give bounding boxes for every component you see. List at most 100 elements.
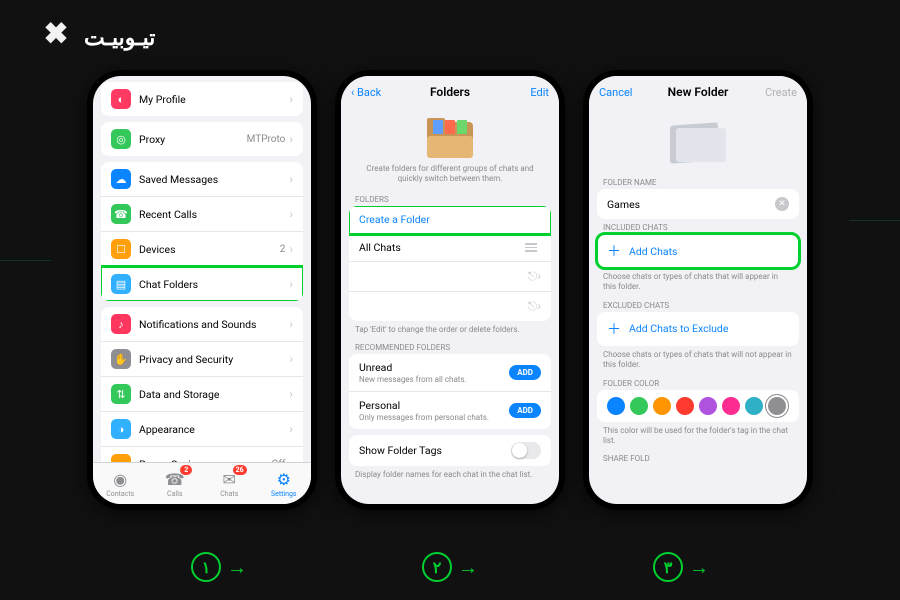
arrow-icon: → xyxy=(458,555,478,580)
settings-row-saved-messages[interactable]: ☁ Saved Messages › xyxy=(101,162,303,197)
phone-3: Cancel New Folder Create FOLDER NAME ✕ I… xyxy=(583,70,813,510)
section-folder-name: FOLDER NAME xyxy=(589,174,807,189)
color-option[interactable] xyxy=(699,397,717,415)
settings-row-proxy[interactable]: ◎ Proxy MTProto › xyxy=(101,122,303,156)
chevron-right-icon: › xyxy=(289,387,293,401)
nav-bar: Cancel New Folder Create xyxy=(589,76,807,108)
tab-chats[interactable]: 26 ✉ Chats xyxy=(202,463,257,504)
step-2: ۲→ xyxy=(422,552,478,582)
section-share: SHARE FOLD xyxy=(589,450,807,465)
color-option[interactable] xyxy=(607,397,625,415)
show-folder-tags-row[interactable]: Show Folder Tags xyxy=(349,435,551,466)
link-icon: ⎋ xyxy=(528,299,538,314)
folders-desc: Create folders for different groups of c… xyxy=(361,164,539,185)
row-label: My Profile xyxy=(139,93,289,106)
row-label: Notifications and Sounds xyxy=(139,318,289,331)
tab-label: Chats xyxy=(220,490,238,498)
tab-label: Contacts xyxy=(106,490,134,498)
row-label: Recent Calls xyxy=(139,208,289,221)
folder-row-empty[interactable]: ⎋› xyxy=(349,292,551,321)
row-icon: ▤ xyxy=(111,274,131,294)
create-button[interactable]: Create xyxy=(765,86,797,99)
section-recommended: RECOMMENDED FOLDERS xyxy=(341,339,559,354)
nav-bar: ‹ Back Folders Edit xyxy=(341,76,559,108)
row-icon: ☁ xyxy=(111,169,131,189)
color-picker xyxy=(597,390,799,422)
add-button[interactable]: ADD xyxy=(509,403,541,418)
rec-title: Personal xyxy=(359,399,509,412)
row-label: Appearance xyxy=(139,423,289,436)
add-chats-row[interactable]: ＋Add Chats xyxy=(597,234,799,268)
toggle-switch[interactable] xyxy=(511,442,541,459)
exclude-chats-row[interactable]: ＋Add Chats to Exclude xyxy=(597,312,799,346)
folder-name-row[interactable]: ✕ xyxy=(597,189,799,219)
folders-hero: Create folders for different groups of c… xyxy=(341,108,559,191)
color-option[interactable] xyxy=(630,397,648,415)
chevron-right-icon: › xyxy=(289,277,293,291)
clear-icon[interactable]: ✕ xyxy=(775,197,789,211)
included-tip: Choose chats or types of chats that will… xyxy=(589,268,807,297)
cancel-button[interactable]: Cancel xyxy=(599,86,632,99)
row-label: Proxy xyxy=(139,133,247,146)
recommended-unread-row[interactable]: Unread New messages from all chats. ADD xyxy=(349,354,551,392)
site-logo: تيـوبيـت xyxy=(40,22,155,54)
logo-icon xyxy=(40,22,72,54)
row-value: MTProto xyxy=(247,134,286,145)
settings-row-recent-calls[interactable]: ☎ Recent Calls › xyxy=(101,197,303,232)
link-icon: ⎋ xyxy=(528,269,538,284)
create-folder-row[interactable]: Create a Folder xyxy=(349,206,551,234)
color-option[interactable] xyxy=(745,397,763,415)
settings-row-appearance[interactable]: ◑ Appearance › xyxy=(101,412,303,447)
tab-label: Calls xyxy=(167,490,182,498)
row-icon: ⇅ xyxy=(111,384,131,404)
chevron-right-icon: › xyxy=(289,207,293,221)
row-icon: ☎ xyxy=(111,204,131,224)
folders-scroll[interactable]: Create folders for different groups of c… xyxy=(341,108,559,504)
row-value: 2 xyxy=(280,244,286,255)
tab-bar: ◉ Contacts 2 ☎ Calls 26 ✉ Chats ⚙ Settin… xyxy=(93,462,311,504)
arrow-icon: → xyxy=(689,555,709,580)
settings-row-chat-folders[interactable]: ▤ Chat Folders › xyxy=(101,267,303,301)
settings-row-devices[interactable]: ☐ Devices 2 › xyxy=(101,232,303,267)
row-label: Privacy and Security xyxy=(139,353,289,366)
settings-row-data-and-storage[interactable]: ⇅ Data and Storage › xyxy=(101,377,303,412)
settings-row-power-saving[interactable]: ⌁ Power Saving Off › xyxy=(101,447,303,462)
back-button[interactable]: ‹ Back xyxy=(351,86,381,99)
settings-row-my-profile[interactable]: ◐ My Profile › xyxy=(101,82,303,116)
edit-button[interactable]: Edit xyxy=(530,86,549,99)
settings-scroll[interactable]: ◐ My Profile › ◎ Proxy MTProto › ☁ Saved… xyxy=(93,76,311,462)
tab-contacts[interactable]: ◉ Contacts xyxy=(93,463,148,504)
row-icon: ✋ xyxy=(111,349,131,369)
tab-calls[interactable]: 2 ☎ Calls xyxy=(148,463,203,504)
folder-row-empty[interactable]: ⎋› xyxy=(349,262,551,292)
color-option[interactable] xyxy=(653,397,671,415)
logo-text: تيـوبيـت xyxy=(84,26,155,51)
rec-title: Unread xyxy=(359,361,509,374)
step-1: ۱→ xyxy=(191,552,247,582)
tags-tip: Display folder names for each chat in th… xyxy=(341,466,559,484)
tab-settings[interactable]: ⚙ Settings xyxy=(257,463,312,504)
row-label: Data and Storage xyxy=(139,388,289,401)
all-chats-row[interactable]: All Chats xyxy=(349,234,551,262)
contacts-icon: ◉ xyxy=(113,470,127,489)
folders-tip: Tap 'Edit' to change the order or delete… xyxy=(341,321,559,339)
chevron-right-icon: › xyxy=(289,172,293,186)
phones-row: ◐ My Profile › ◎ Proxy MTProto › ☁ Saved… xyxy=(0,70,900,510)
settings-row-privacy-and-security[interactable]: ✋ Privacy and Security › xyxy=(101,342,303,377)
color-option[interactable] xyxy=(768,397,786,415)
color-option[interactable] xyxy=(722,397,740,415)
row-icon: ◎ xyxy=(111,129,131,149)
drag-handle-icon[interactable] xyxy=(525,243,537,252)
tab-label: Settings xyxy=(271,490,297,498)
recommended-personal-row[interactable]: Personal Only messages from personal cha… xyxy=(349,392,551,429)
settings-row-notifications-and-sounds[interactable]: ♪ Notifications and Sounds › xyxy=(101,307,303,342)
new-folder-scroll[interactable]: FOLDER NAME ✕ INCLUDED CHATS ＋Add Chats … xyxy=(589,108,807,504)
add-button[interactable]: ADD xyxy=(509,365,541,380)
folder-name-input[interactable] xyxy=(607,198,775,211)
section-excluded: EXCLUDED CHATS xyxy=(589,297,807,312)
row-label: Devices xyxy=(139,243,280,256)
color-option[interactable] xyxy=(676,397,694,415)
chevron-right-icon: › xyxy=(289,422,293,436)
row-icon: ◑ xyxy=(111,419,131,439)
chevron-right-icon: › xyxy=(289,242,293,256)
